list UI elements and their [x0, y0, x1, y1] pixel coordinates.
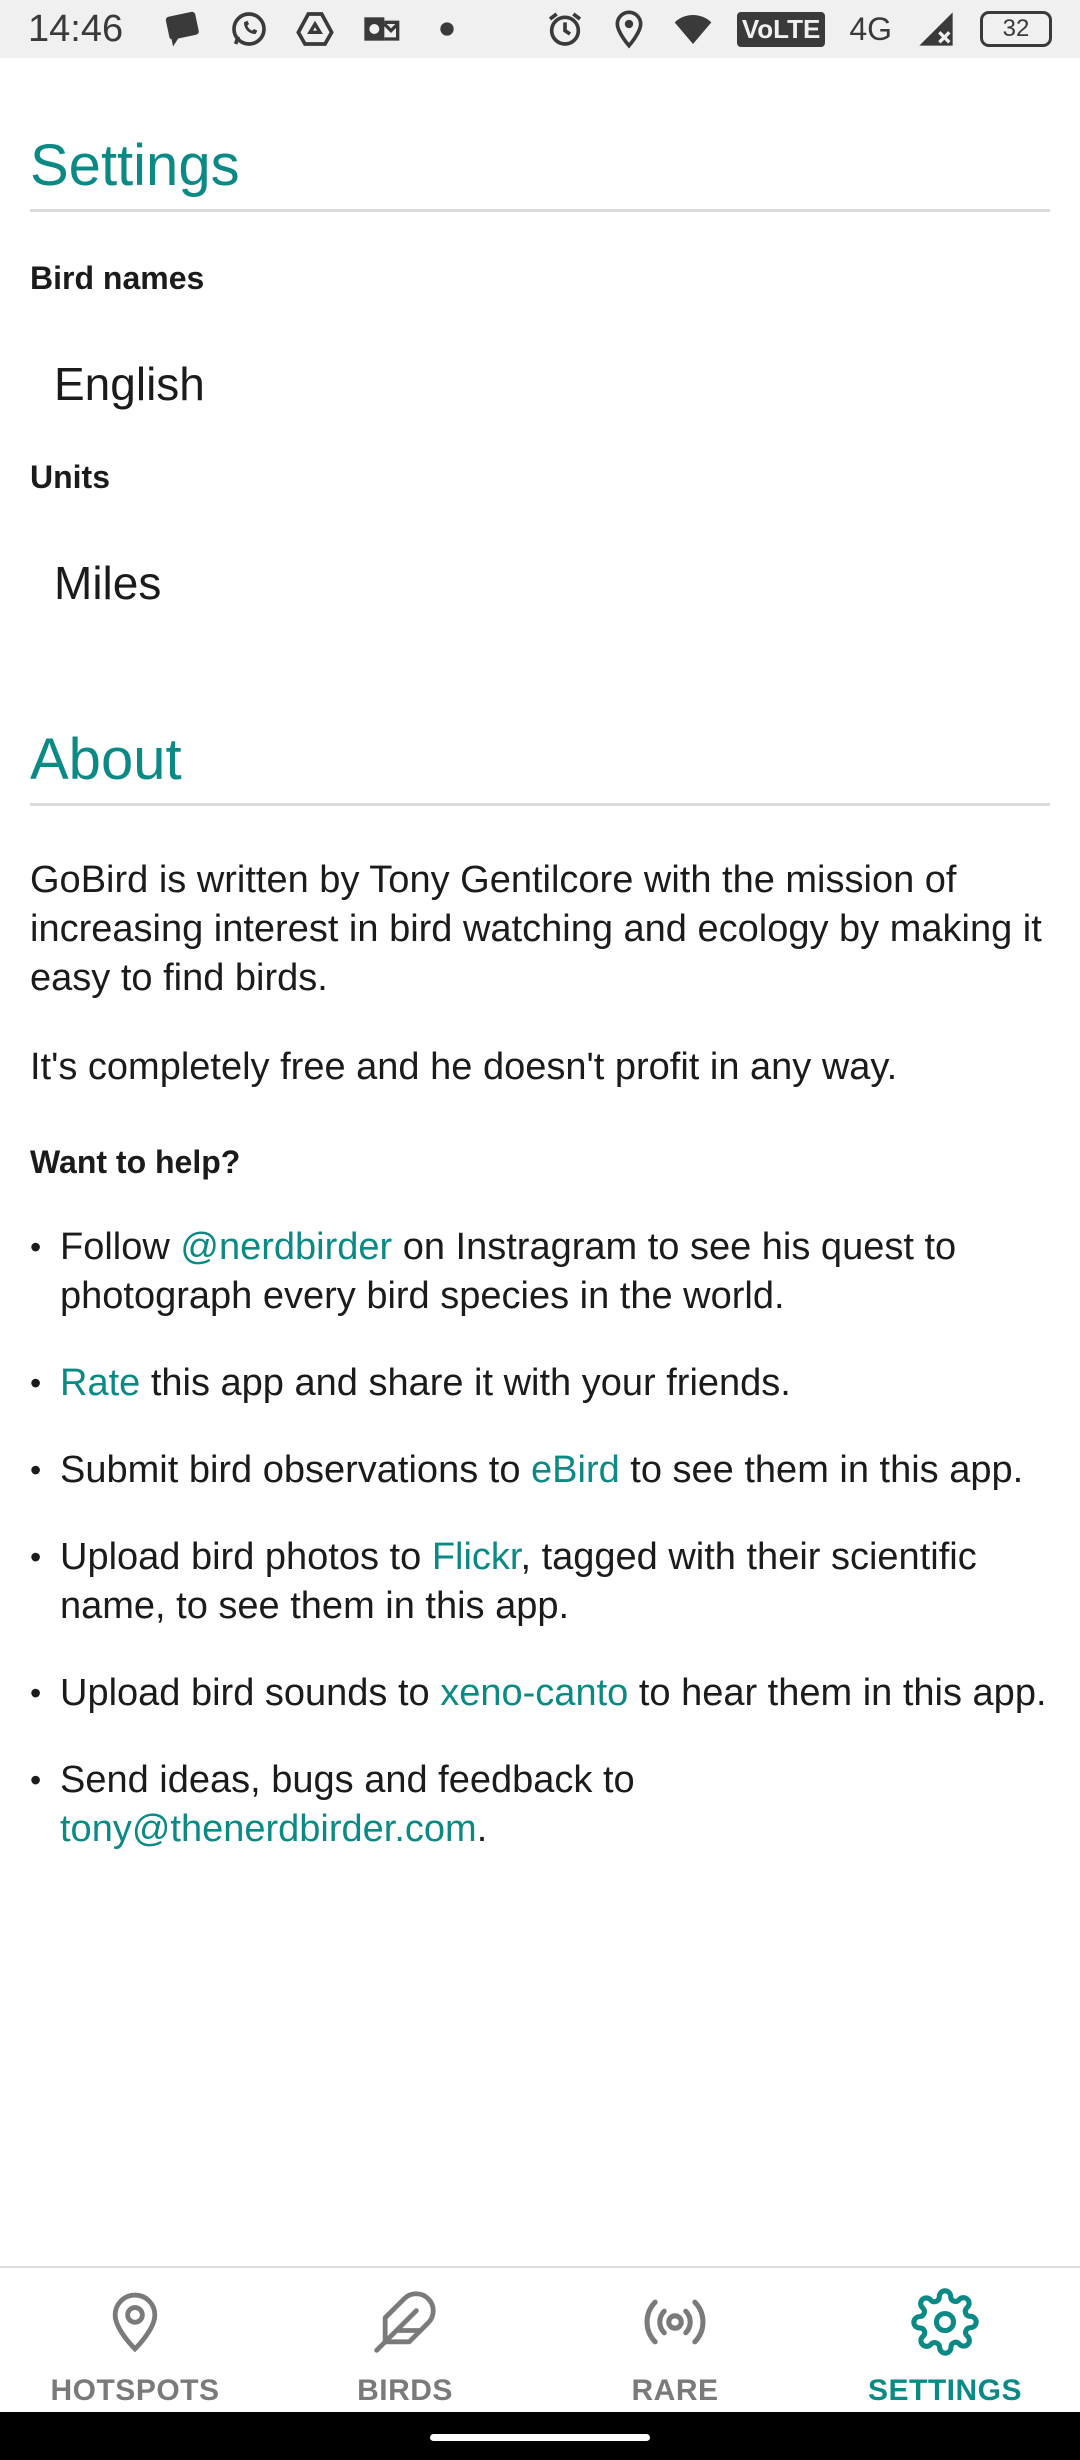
about-description: GoBird is written by Tony Gentilcore wit… [30, 859, 1042, 999]
help-list: Follow @nerdbirder on Instragram to see … [30, 1223, 1050, 1854]
settings-page: Settings Bird names English Units Miles … [30, 58, 1050, 1892]
help-item-ebird: Submit bird observations to eBird to see… [30, 1446, 1050, 1495]
help-text: Follow [60, 1226, 181, 1268]
help-text: to see them in this app. [619, 1449, 1024, 1491]
home-indicator[interactable] [430, 2434, 650, 2441]
nav-settings[interactable]: SETTINGS [810, 2268, 1080, 2412]
xeno-canto-link[interactable]: xeno-canto [440, 1672, 628, 1714]
signal-icon [916, 9, 956, 49]
help-text: Upload bird sounds to [60, 1672, 441, 1714]
instagram-link[interactable]: @nerdbirder [180, 1226, 392, 1268]
bird-names-select[interactable]: English [30, 357, 1050, 411]
nav-settings-label: SETTINGS [867, 2374, 1022, 2407]
bird-names-label: Bird names [30, 260, 205, 296]
location-pin-icon [112, 2292, 158, 2353]
system-navigation-bar [0, 2412, 1080, 2460]
location-icon [609, 9, 649, 49]
network-type: 4G [849, 10, 892, 47]
alarm-icon [545, 9, 585, 49]
nav-birds-label: BIRDS [357, 2374, 453, 2407]
status-time: 14:46 [28, 7, 124, 50]
units-label: Units [30, 459, 110, 495]
help-item-xeno-canto: Upload bird sounds to xeno-canto to hear… [30, 1669, 1050, 1718]
whatsapp-icon [229, 9, 269, 49]
battery-level: 32 [1002, 15, 1030, 42]
nav-birds[interactable]: BIRDS [270, 2268, 540, 2412]
about-free-note: It's completely free and he doesn't prof… [30, 1046, 898, 1088]
nav-hotspots-label: HOTSPOTS [50, 2374, 220, 2407]
outlook-icon [361, 9, 401, 49]
units-select[interactable]: Miles [30, 556, 1050, 610]
help-text: Submit bird observations to [60, 1449, 532, 1491]
dot-icon [427, 9, 467, 49]
help-text: Upload bird photos to [60, 1536, 432, 1578]
help-item-flickr: Upload bird photos to Flickr, tagged wit… [30, 1533, 1050, 1631]
email-link[interactable]: tony@thenerdbirder.com [60, 1808, 477, 1850]
gear-icon [911, 2288, 979, 2356]
help-heading: Want to help? [30, 1144, 241, 1180]
feather-icon [374, 2291, 436, 2353]
help-item-rate: Rate this app and share it with your fri… [30, 1359, 1050, 1408]
status-bar: 14:46 VoLTE 4G 32 [0, 0, 1080, 58]
bottom-navigation: HOTSPOTS BIRDS RARE SETTINGS [0, 2266, 1080, 2412]
nav-hotspots[interactable]: HOTSPOTS [0, 2268, 270, 2412]
wifi-icon [673, 9, 713, 49]
help-item-instagram: Follow @nerdbirder on Instragram to see … [30, 1223, 1050, 1321]
settings-title: Settings [30, 132, 1050, 212]
flickr-link[interactable]: Flickr [432, 1536, 521, 1578]
drive-icon [295, 9, 335, 49]
battery-indicator: 32 [980, 11, 1052, 47]
about-title: About [30, 726, 1050, 806]
nav-rare-label: RARE [631, 2374, 719, 2407]
rate-link[interactable]: Rate [60, 1362, 140, 1404]
help-text: . [476, 1808, 488, 1850]
broadcast-icon [644, 2299, 706, 2345]
volte-badge: VoLTE [736, 11, 826, 47]
help-item-email: Send ideas, bugs and feedback to tony@th… [30, 1756, 1050, 1854]
chat-bubble-icon [163, 9, 203, 49]
ebird-link[interactable]: eBird [531, 1449, 620, 1491]
nav-rare[interactable]: RARE [540, 2268, 810, 2412]
help-text: Send ideas, bugs and feedback to [60, 1759, 635, 1801]
help-text: to hear them in this app. [628, 1672, 1047, 1714]
help-text: this app and share it with your friends. [140, 1362, 791, 1404]
